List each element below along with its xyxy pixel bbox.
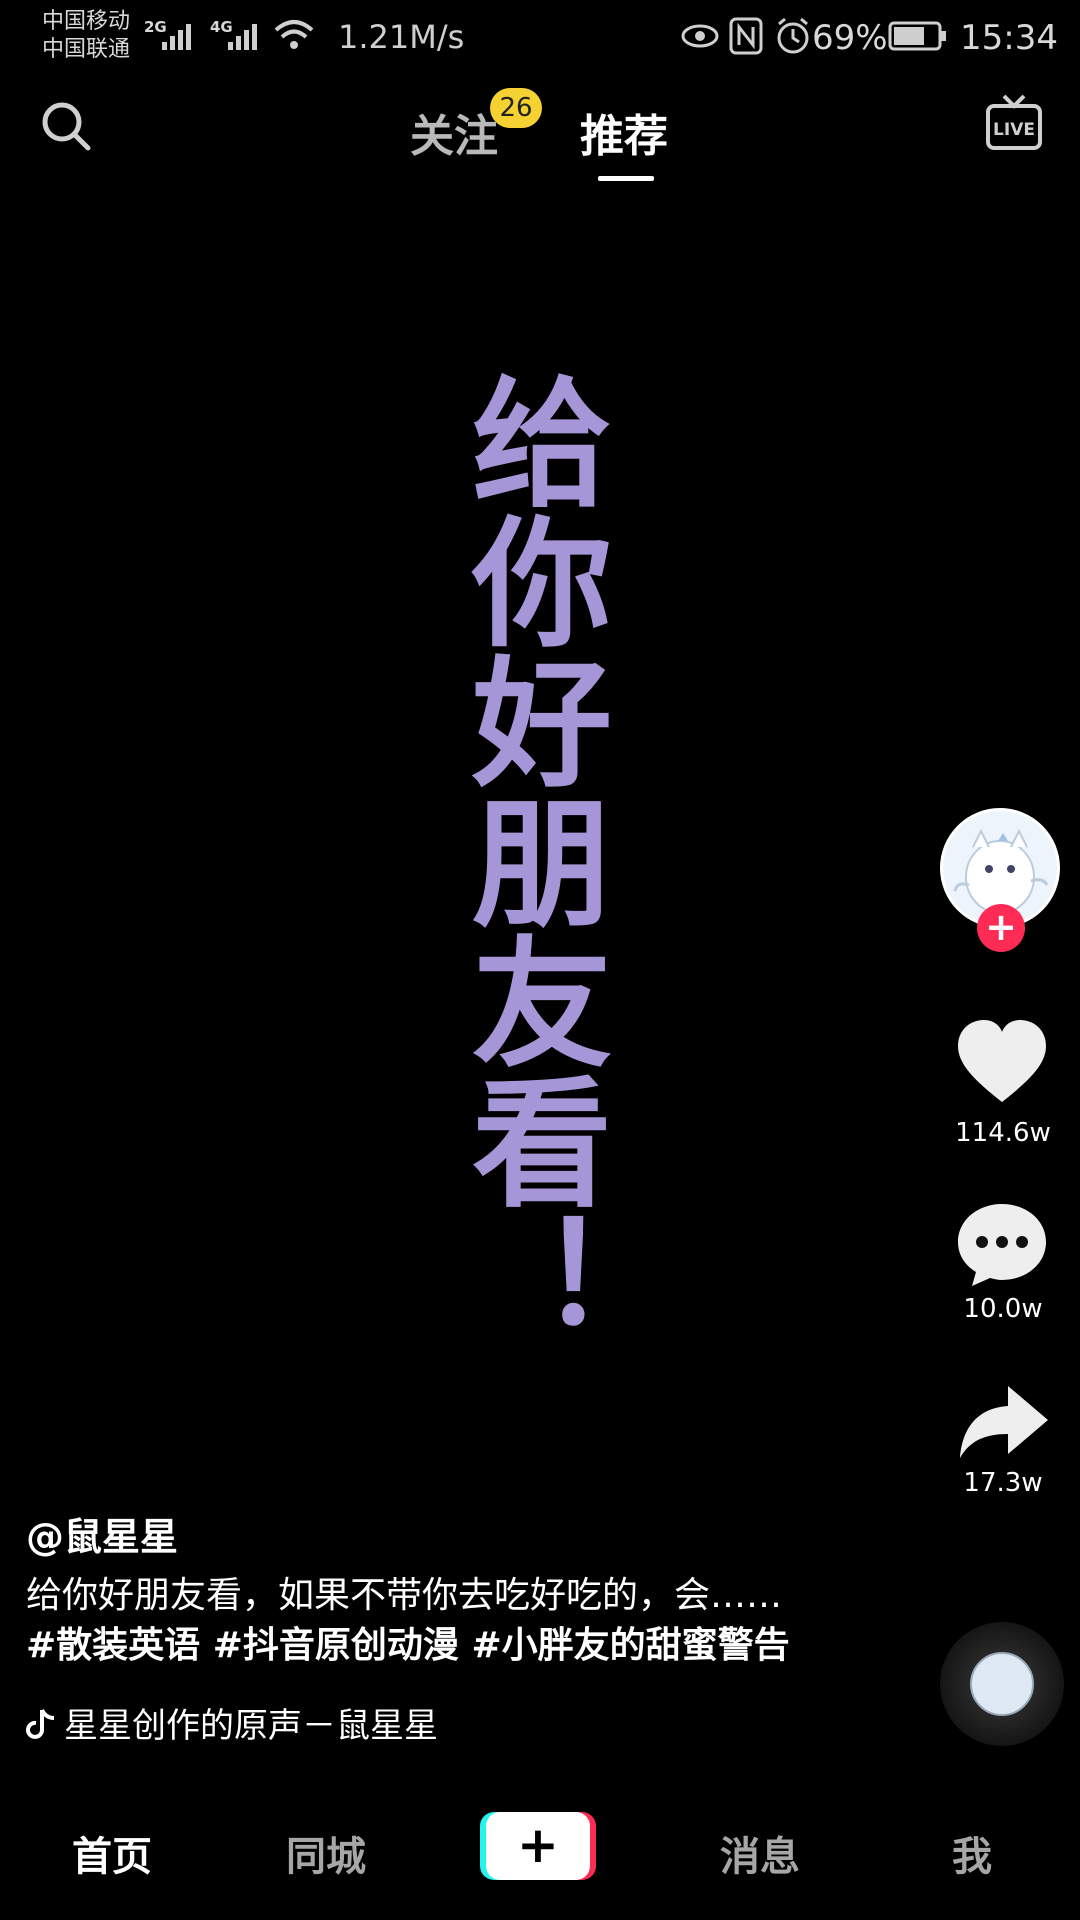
nav-me[interactable]: 我	[952, 1824, 992, 1882]
status-bar: 中国移动 中国联通 2G 4G 1.21M/s 69% 15:34	[0, 0, 1080, 80]
search-icon[interactable]	[38, 98, 94, 154]
live-icon[interactable]: LIVE	[984, 92, 1044, 154]
network-speed: 1.21M/s	[338, 18, 465, 56]
hashtag-2[interactable]: #抖音原创动漫	[213, 1625, 459, 1666]
heart-icon[interactable]	[954, 1018, 1050, 1106]
active-tab-indicator	[598, 176, 654, 181]
signal-icon	[228, 24, 257, 50]
battery-icon	[888, 21, 946, 51]
music-row[interactable]: 星星创作的原声－鼠星星	[26, 1698, 438, 1747]
like-count: 114.6w	[955, 1118, 1051, 1148]
comment-icon[interactable]	[954, 1200, 1050, 1288]
share-icon[interactable]	[956, 1382, 1050, 1462]
create-button[interactable]: +	[486, 1812, 590, 1880]
video-overlay-text: 给你好朋友看！	[448, 370, 611, 1350]
author-handle[interactable]: @鼠星星	[26, 1506, 178, 1561]
clock: 15:34	[960, 18, 1058, 58]
nfc-icon	[729, 17, 763, 55]
tab-follow[interactable]: 关注	[410, 100, 498, 164]
nav-nearby[interactable]: 同城	[286, 1824, 366, 1882]
svg-text:LIVE: LIVE	[993, 120, 1035, 140]
carrier-2: 中国联通	[42, 37, 131, 62]
nav-messages[interactable]: 消息	[720, 1824, 800, 1882]
nav-home[interactable]: 首页	[72, 1824, 152, 1882]
caption-text: 给你好朋友看，如果不带你去吃好吃的，会……	[26, 1575, 783, 1616]
signal-icon	[162, 24, 191, 50]
tab-recommend[interactable]: 推荐	[580, 100, 668, 164]
music-title: 星星创作的原声－鼠星星	[64, 1706, 438, 1746]
hashtag-3[interactable]: #小胖友的甜蜜警告	[471, 1625, 789, 1666]
carrier-1: 中国移动	[42, 9, 131, 34]
music-disc-cover	[970, 1652, 1034, 1716]
music-note-icon	[26, 1709, 55, 1739]
battery-percent: 69%	[812, 18, 888, 58]
alarm-icon	[777, 17, 809, 54]
eye-icon	[681, 24, 719, 48]
follow-count-badge: 26	[490, 88, 542, 128]
share-count: 17.3w	[963, 1468, 1043, 1498]
comment-count: 10.0w	[963, 1294, 1043, 1324]
hashtags: #散装英语 #抖音原创动漫 #小胖友的甜蜜警告	[26, 1620, 790, 1672]
carrier-labels: 中国移动 中国联通	[42, 8, 130, 64]
hashtag-1[interactable]: #散装英语	[26, 1625, 200, 1666]
follow-plus-button[interactable]: +	[977, 904, 1025, 952]
wifi-icon	[274, 20, 314, 49]
